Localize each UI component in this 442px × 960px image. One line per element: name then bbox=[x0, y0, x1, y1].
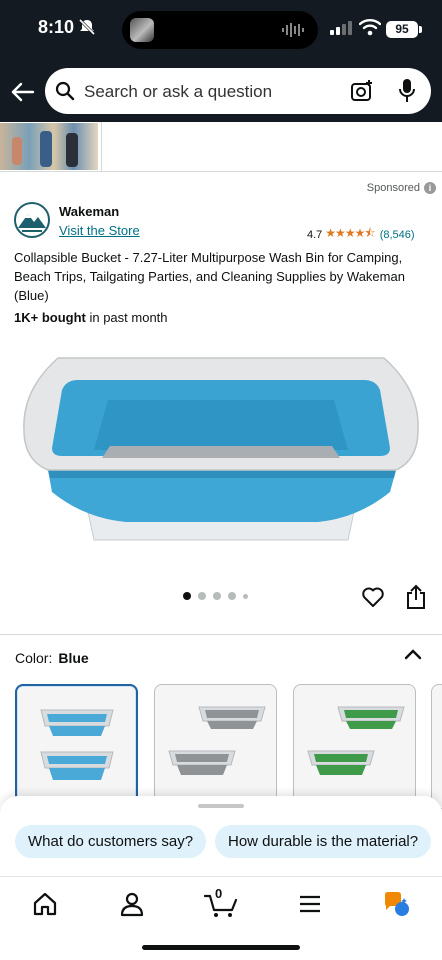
search-placeholder: Search or ask a question bbox=[84, 82, 273, 101]
search-input[interactable]: Search or ask a question bbox=[45, 68, 431, 114]
bell-muted-icon bbox=[78, 18, 96, 36]
color-swatch-green[interactable] bbox=[293, 684, 416, 809]
wifi-icon bbox=[359, 19, 381, 36]
share-icon[interactable] bbox=[405, 584, 427, 610]
star-rating-icon: ★★★★⯪ bbox=[325, 226, 375, 240]
gray-bin-thumbnail bbox=[168, 706, 266, 775]
rufus-assistant-icon[interactable] bbox=[381, 889, 411, 919]
home-indicator[interactable] bbox=[142, 945, 300, 950]
selected-color: Blue bbox=[58, 650, 89, 666]
audio-waveform-icon bbox=[282, 23, 304, 37]
purchase-count: 1K+ bought in past month bbox=[14, 310, 168, 325]
cellular-signal-icon bbox=[330, 21, 352, 35]
chevron-up-icon[interactable] bbox=[404, 647, 422, 661]
blue-bin-thumbnail bbox=[40, 709, 114, 780]
cart-count: 0 bbox=[215, 886, 223, 901]
suggestion-chip[interactable]: What do customers say? bbox=[15, 825, 207, 858]
carousel-dot[interactable] bbox=[213, 592, 221, 600]
rating-value: 4.7 bbox=[307, 228, 323, 241]
product-title[interactable]: Collapsible Bucket - 7.27-Liter Multipur… bbox=[14, 248, 430, 305]
back-arrow-icon[interactable] bbox=[10, 79, 36, 105]
brand-logo[interactable] bbox=[14, 202, 50, 238]
carousel-dot[interactable] bbox=[183, 592, 191, 600]
product-rating[interactable]: 4.7 ★★★★⯪ (8,546) bbox=[307, 224, 415, 245]
section-divider bbox=[0, 634, 442, 635]
suggestion-chip[interactable]: How durable is the material? bbox=[215, 825, 432, 858]
image-carousel-indicator[interactable] bbox=[183, 592, 248, 600]
info-icon[interactable]: i bbox=[424, 182, 436, 194]
battery-tip bbox=[419, 26, 422, 33]
home-icon[interactable] bbox=[30, 889, 60, 919]
carousel-dot[interactable] bbox=[228, 592, 236, 600]
banner-ad-image[interactable] bbox=[0, 123, 98, 170]
microphone-icon[interactable] bbox=[398, 78, 416, 104]
sponsored-banner[interactable] bbox=[0, 122, 442, 172]
color-swatch-gray[interactable] bbox=[154, 684, 277, 809]
color-swatch-more[interactable] bbox=[431, 684, 442, 809]
green-bin-thumbnail bbox=[307, 706, 405, 775]
divider bbox=[101, 122, 102, 172]
visit-store-link[interactable]: Visit the Store bbox=[59, 223, 140, 238]
carousel-dot[interactable] bbox=[243, 593, 248, 599]
brand-name: Wakeman bbox=[59, 204, 120, 219]
top-header: 8:10 95 Search or ask a question bbox=[0, 0, 442, 122]
color-swatch-blue[interactable] bbox=[15, 684, 138, 809]
battery-indicator: 95 bbox=[386, 21, 418, 38]
search-icon bbox=[55, 81, 75, 101]
heart-icon[interactable] bbox=[361, 585, 385, 609]
sheet-drag-handle[interactable] bbox=[198, 804, 244, 808]
menu-icon[interactable] bbox=[295, 889, 325, 919]
product-image[interactable] bbox=[18, 350, 424, 550]
color-label: Color: Blue bbox=[15, 650, 89, 666]
camera-search-icon[interactable] bbox=[350, 79, 374, 103]
review-count[interactable]: (8,546) bbox=[380, 229, 415, 241]
sponsored-label[interactable]: Sponsored i bbox=[367, 182, 436, 194]
carousel-dot[interactable] bbox=[198, 592, 206, 600]
now-playing-thumbnail bbox=[130, 18, 154, 42]
status-time: 8:10 bbox=[38, 17, 75, 37]
account-icon[interactable] bbox=[117, 889, 147, 919]
dynamic-island bbox=[122, 11, 318, 49]
rufus-suggestion-sheet[interactable]: What do customers say? How durable is th… bbox=[0, 796, 442, 876]
